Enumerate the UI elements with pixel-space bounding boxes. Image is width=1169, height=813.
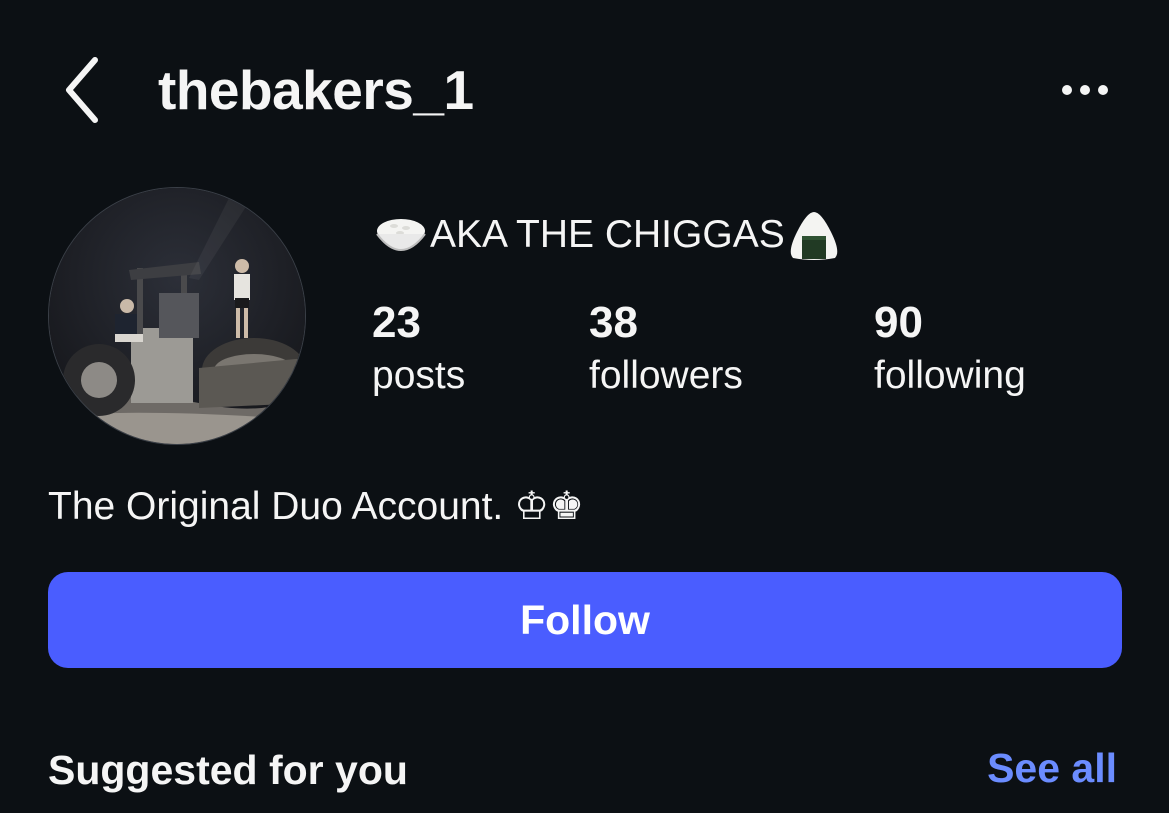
more-horizontal-icon: [1062, 85, 1108, 95]
followers-label: followers: [589, 354, 743, 397]
posts-count: 23: [372, 298, 421, 347]
profile-username: thebakers_1: [158, 59, 474, 121]
profile-display-name: AKA THE CHIGGAS: [372, 205, 843, 265]
back-button[interactable]: [52, 50, 112, 130]
see-all-link[interactable]: See all: [987, 742, 1117, 794]
chevron-left-icon: [66, 57, 98, 123]
followers-count: 38: [589, 298, 638, 347]
suggested-for-you-heading: Suggested for you: [48, 747, 408, 793]
avatar-photo: [49, 188, 305, 444]
stat-following[interactable]: 90 following: [874, 296, 1026, 402]
following-label: following: [874, 354, 1026, 397]
more-options-button[interactable]: [1050, 68, 1120, 112]
follow-button[interactable]: Follow: [48, 572, 1122, 668]
rice-ball-emoji: [785, 206, 843, 264]
profile-bio: The Original Duo Account. ♔♚: [48, 485, 585, 528]
following-count: 90: [874, 298, 923, 347]
stat-posts[interactable]: 23 posts: [372, 296, 465, 402]
profile-screen: thebakers_1 AKA THE CHIGGAS 23 posts 38 …: [0, 0, 1169, 813]
rice-bowl-emoji: [372, 206, 430, 264]
profile-avatar[interactable]: [48, 187, 306, 445]
posts-label: posts: [372, 354, 466, 397]
stat-followers[interactable]: 38 followers: [589, 296, 743, 402]
display-name-text: AKA THE CHIGGAS: [430, 213, 785, 256]
